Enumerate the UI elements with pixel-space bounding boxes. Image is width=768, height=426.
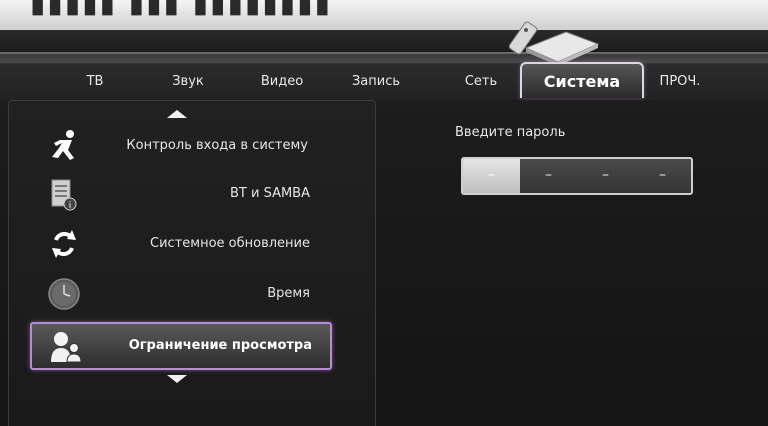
tab-sound[interactable]: Звук: [172, 74, 204, 89]
password-digit-1[interactable]: –: [463, 159, 520, 193]
menu-item-label: Ограничение просмотра: [128, 338, 312, 353]
clock-icon: [48, 278, 80, 310]
menu-item-parental-control[interactable]: Ограничение просмотра: [30, 322, 332, 370]
menu-item-bt-samba[interactable]: i BT и SAMBA: [30, 172, 328, 216]
menu-item-login-control[interactable]: Контроль входа в систему: [30, 124, 328, 168]
password-digit-3[interactable]: –: [577, 159, 634, 193]
menu-item-time[interactable]: Время: [30, 272, 328, 316]
tab-system-label: Система: [543, 72, 621, 91]
password-digit-2[interactable]: –: [520, 159, 577, 193]
top-band: [0, 30, 768, 52]
refresh-arrows-icon: [52, 230, 76, 258]
tab-system[interactable]: Система: [520, 62, 644, 98]
scroll-up-icon[interactable]: [167, 110, 187, 118]
password-input[interactable]: – – – –: [461, 157, 693, 195]
top-banner: ▮▮▮▮▮ ▮▮▮ ▮▮▮▮▮▮▮▮: [0, 0, 768, 30]
tab-tv[interactable]: ТВ: [87, 74, 104, 89]
tab-network[interactable]: Сеть: [465, 74, 497, 89]
password-prompt: Введите пароль: [455, 125, 566, 140]
parent-child-icon: [51, 332, 82, 363]
menu-item-system-update[interactable]: Системное обновление: [30, 222, 328, 266]
menu-item-label: Системное обновление: [150, 236, 310, 251]
menu-item-label: Контроль входа в систему: [126, 138, 308, 153]
settings-screen: ▮▮▮▮▮ ▮▮▮ ▮▮▮▮▮▮▮▮ ТВ Звук Видео Запись …: [0, 0, 768, 426]
banner-decoration: ▮▮▮▮▮ ▮▮▮ ▮▮▮▮▮▮▮▮: [30, 0, 333, 19]
tab-video[interactable]: Видео: [261, 74, 303, 89]
media-player-icon: [508, 21, 600, 66]
svg-text:i: i: [69, 201, 72, 211]
menu-item-label: BT и SAMBA: [230, 186, 310, 201]
password-digit-4[interactable]: –: [634, 159, 691, 193]
document-info-icon: i: [51, 179, 77, 211]
menu-item-label: Время: [267, 286, 310, 301]
tab-other[interactable]: ПРОЧ.: [660, 74, 701, 89]
scroll-down-icon[interactable]: [167, 375, 187, 383]
running-person-icon: [52, 130, 74, 160]
tab-record[interactable]: Запись: [352, 74, 400, 89]
